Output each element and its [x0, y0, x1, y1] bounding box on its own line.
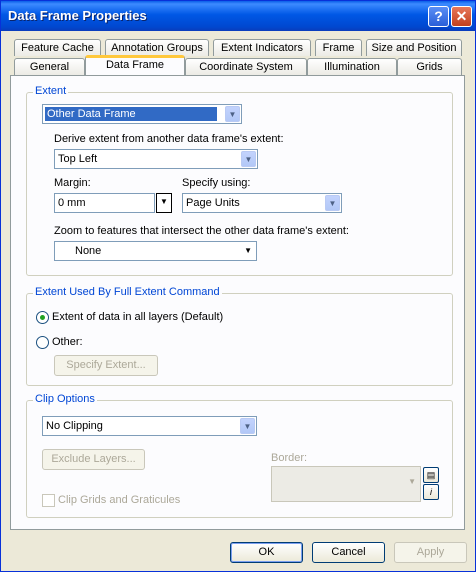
clip-options-group: Clip Options No Clipping ▼ Exclude Layer… [26, 393, 453, 518]
border-selector-icon[interactable]: ▤ [423, 467, 439, 483]
tab-annotation-groups[interactable]: Annotation Groups [105, 39, 209, 56]
clip-grids-checkbox[interactable] [42, 494, 55, 507]
radio-selected-dot [40, 315, 45, 320]
derive-extent-value: Top Left [58, 153, 98, 165]
extent-default-label[interactable]: Extent of data in all layers (Default) [52, 311, 223, 323]
zoom-features-label: Zoom to features that intersect the othe… [54, 225, 349, 237]
cancel-button[interactable]: Cancel [312, 542, 385, 563]
clip-mode-select[interactable]: No Clipping ▼ [42, 416, 257, 436]
title-bar[interactable]: Data Frame Properties ? ✕ [1, 1, 475, 31]
tab-general[interactable]: General [14, 58, 85, 75]
specify-using-value: Page Units [186, 197, 240, 209]
specify-using-select[interactable]: Page Units ▼ [182, 193, 342, 213]
border-properties-icon[interactable]: i [423, 484, 439, 500]
chevron-down-icon[interactable]: ▼ [225, 106, 240, 122]
margin-unit-dropdown[interactable]: ▼ [156, 193, 172, 213]
tab-coordinate-system[interactable]: Coordinate System [185, 58, 307, 75]
tab-frame[interactable]: Frame [315, 39, 362, 56]
extent-other-radio[interactable] [36, 336, 49, 349]
extent-other-label[interactable]: Other: [52, 336, 83, 348]
chevron-down-icon[interactable]: ▼ [244, 246, 252, 255]
ok-button[interactable]: OK [230, 542, 303, 563]
full-extent-group-label: Extent Used By Full Extent Command [33, 286, 222, 298]
zoom-features-value: None [75, 245, 102, 257]
derive-extent-select[interactable]: Top Left ▼ [54, 149, 258, 169]
clip-options-group-label: Clip Options [33, 393, 97, 405]
margin-label: Margin: [54, 177, 91, 189]
tab-feature-cache[interactable]: Feature Cache [14, 39, 101, 56]
chevron-down-icon: ▼ [408, 477, 416, 486]
chevron-down-icon[interactable]: ▼ [325, 195, 340, 211]
chevron-down-icon[interactable]: ▼ [241, 151, 256, 167]
tab-size-and-position[interactable]: Size and Position [366, 39, 462, 56]
extent-mode-select[interactable]: Other Data Frame ▼ [42, 104, 242, 124]
help-button[interactable]: ? [428, 6, 449, 27]
extent-group-label: Extent [33, 85, 69, 97]
clip-mode-value: No Clipping [46, 420, 103, 432]
tab-extent-indicators[interactable]: Extent Indicators [213, 39, 311, 56]
tab-grids[interactable]: Grids [397, 58, 462, 75]
border-label: Border: [271, 452, 308, 464]
window-title: Data Frame Properties [8, 8, 147, 23]
margin-field[interactable]: 0 mm [54, 193, 155, 213]
close-button[interactable]: ✕ [451, 6, 472, 27]
tab-illumination[interactable]: Illumination [307, 58, 397, 75]
zoom-features-select[interactable]: None ▼ [54, 241, 257, 261]
border-select[interactable]: ▼ [271, 466, 421, 502]
full-extent-group: Extent Used By Full Extent Command Exten… [26, 286, 453, 386]
specify-using-label: Specify using: [182, 177, 251, 189]
dialog-window: Data Frame Properties ? ✕ Feature Cache … [0, 0, 476, 572]
extent-group: Extent Other Data Frame ▼ Derive extent … [26, 85, 453, 276]
extent-mode-value: Other Data Frame [45, 107, 217, 121]
extent-default-radio[interactable] [36, 311, 49, 324]
margin-value: 0 mm [58, 197, 86, 209]
apply-button[interactable]: Apply [394, 542, 467, 563]
specify-extent-button[interactable]: Specify Extent... [54, 355, 158, 376]
tab-data-frame[interactable]: Data Frame [85, 55, 185, 75]
clip-grids-label: Clip Grids and Graticules [58, 494, 181, 506]
data-frame-panel: Extent Other Data Frame ▼ Derive extent … [10, 75, 465, 530]
derive-extent-label: Derive extent from another data frame's … [54, 133, 284, 145]
chevron-down-icon[interactable]: ▼ [240, 418, 255, 434]
exclude-layers-button[interactable]: Exclude Layers... [42, 449, 145, 470]
chevron-down-icon: ▼ [160, 197, 168, 206]
